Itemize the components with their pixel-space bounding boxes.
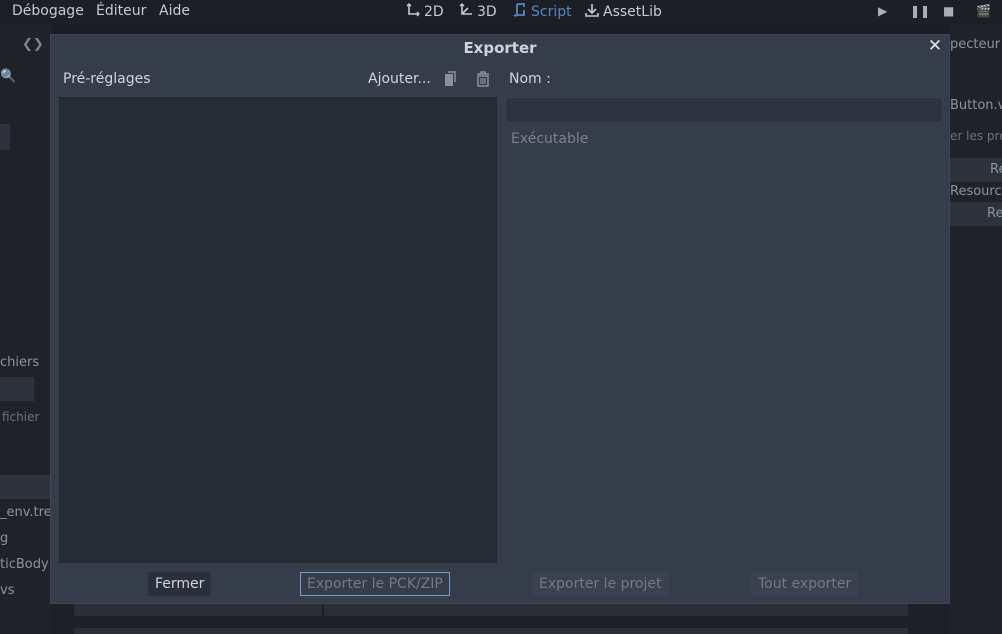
assetlib-icon <box>585 3 599 21</box>
editor-top-bar: Débogage Éditeur Aide 2D 3D Script Asset… <box>0 0 1002 24</box>
name-field[interactable] <box>505 97 943 123</box>
workspace-3d[interactable]: 3D <box>459 3 497 21</box>
filesystem-tab[interactable]: chiers <box>0 355 39 370</box>
close-button[interactable]: Fermer <box>148 572 212 596</box>
add-preset-button[interactable]: Ajouter... <box>368 71 431 87</box>
menu-debug[interactable]: Débogage <box>12 3 84 19</box>
presets-label: Pré-réglages <box>63 71 151 87</box>
bottom-strip <box>74 604 322 616</box>
bottom-strip <box>74 628 908 634</box>
workspace-assetlib-label: AssetLib <box>603 4 662 20</box>
trash-icon[interactable] <box>475 71 491 89</box>
resource-label: Re <box>990 162 1002 177</box>
stop-icon[interactable]: ■ <box>943 4 954 18</box>
script-icon <box>513 3 527 21</box>
file-item[interactable]: ticBody <box>0 557 49 572</box>
file-item[interactable]: g <box>0 531 8 546</box>
workspace-3d-label: 3D <box>477 4 497 20</box>
export-pck-button[interactable]: Exporter le PCK/ZIP <box>300 572 450 596</box>
right-dock: pecteur Button.v er les pro Re Resource … <box>950 24 1002 634</box>
file-filter[interactable]: fichier <box>2 410 39 424</box>
play-icon[interactable]: ▶ <box>878 4 887 18</box>
export-project-button[interactable]: Exporter le projet <box>532 572 669 596</box>
resource-section: Resource <box>950 184 1002 199</box>
bottom-strip <box>324 604 908 616</box>
2d-move-icon <box>406 3 420 21</box>
menu-help[interactable]: Aide <box>159 3 190 19</box>
dialog-title: Exporter <box>463 39 537 57</box>
scene-row <box>0 124 10 150</box>
duplicate-icon[interactable] <box>443 71 459 89</box>
bottom-panel <box>52 604 950 634</box>
selected-file-row <box>0 475 50 499</box>
back-arrow-icon[interactable]: ❮❯ <box>22 37 44 52</box>
file-item[interactable]: vs <box>0 583 14 598</box>
export-dialog: Exporter ✕ Pré-réglages Ajouter... Nom :… <box>50 34 950 604</box>
inspector-file: Button.v <box>950 98 1002 113</box>
inspector-tab[interactable]: pecteur <box>950 37 1000 52</box>
resource-label: Re <box>987 206 1002 221</box>
play-scene-icon[interactable]: 🎬 <box>976 4 991 18</box>
left-dock: ❮❯ 🔍 chiers fichier _env.tre g ticBody v… <box>0 24 52 634</box>
presets-list[interactable] <box>59 97 497 563</box>
file-item[interactable]: _env.tre <box>0 505 52 520</box>
pause-icon[interactable]: ❚❚ <box>910 4 930 18</box>
property-filter[interactable]: er les pro <box>950 129 1002 143</box>
export-all-button[interactable]: Tout exporter <box>751 572 859 596</box>
close-icon[interactable]: ✕ <box>927 36 943 56</box>
path-field <box>0 377 34 401</box>
3d-move-icon <box>459 3 473 21</box>
workspace-script-label: Script <box>531 4 572 20</box>
workspace-assetlib[interactable]: AssetLib <box>585 3 662 21</box>
workspace-2d-label: 2D <box>424 4 444 20</box>
workspace-script[interactable]: Script <box>513 3 572 21</box>
executable-label: Exécutable <box>511 131 589 147</box>
search-icon: 🔍 <box>0 69 17 84</box>
name-label: Nom : <box>509 71 551 87</box>
workspace-2d[interactable]: 2D <box>406 3 444 21</box>
menu-editor[interactable]: Éditeur <box>96 3 146 19</box>
